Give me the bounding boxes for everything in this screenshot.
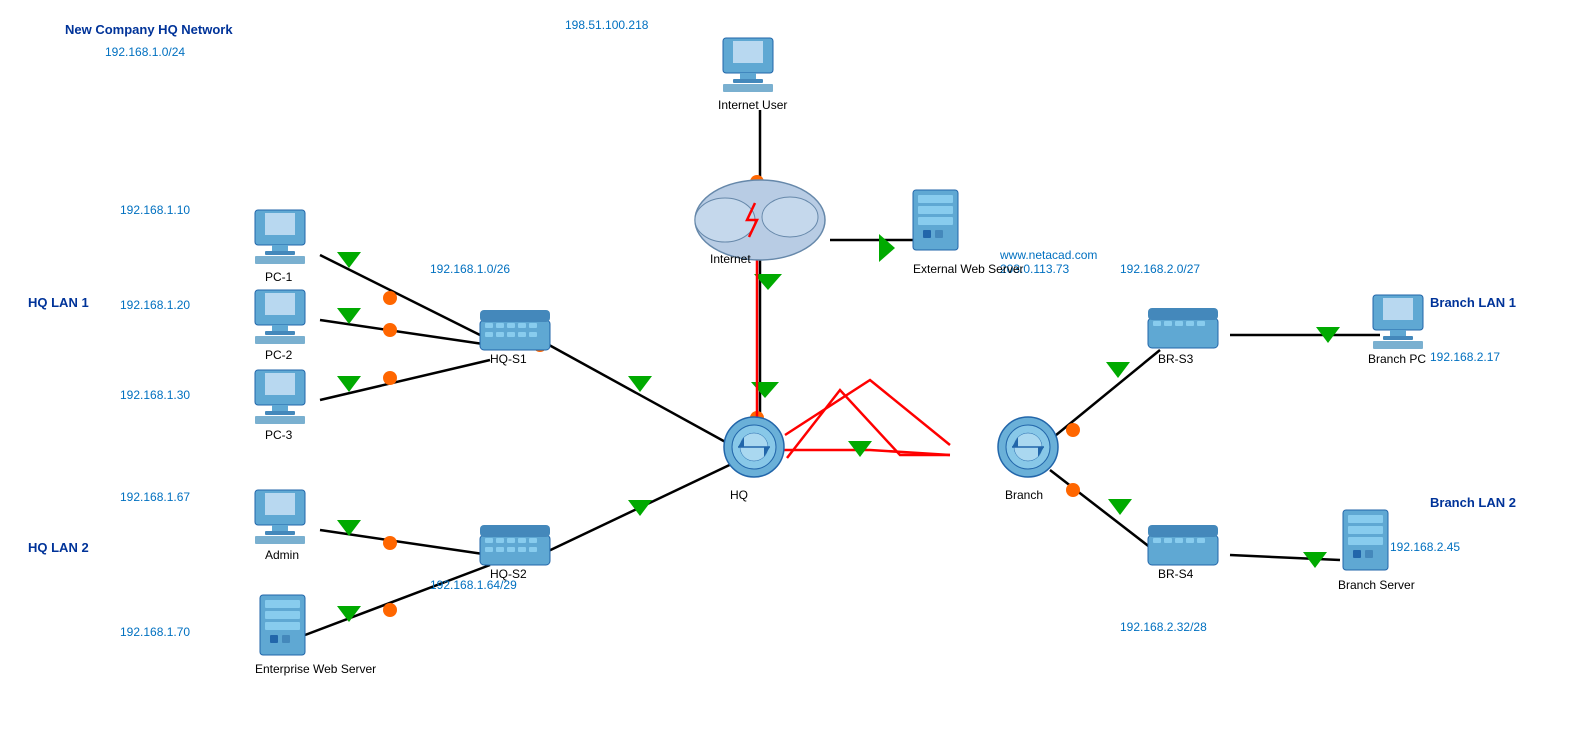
admin-label: Admin (265, 548, 299, 562)
hqs1-label: HQ-S1 (490, 352, 527, 366)
enterprise-web-label: Enterprise Web Server (255, 662, 376, 676)
pc1-label: PC-1 (265, 270, 292, 284)
hqs1-subnet: 192.168.1.0/26 (430, 262, 510, 276)
branch-router-label: Branch (1005, 488, 1043, 502)
hq-subnet-label: 192.168.1.0/24 (105, 45, 185, 59)
internet-user-label: Internet User (718, 98, 787, 112)
branch-pc-label: Branch PC (1368, 352, 1426, 366)
ews-ip: 192.168.1.70 (120, 625, 190, 639)
branch-subnet2: 192.168.2.32/28 (1120, 620, 1207, 634)
hq-router-label: HQ (730, 488, 748, 502)
branch-server-ip: 192.168.2.45 (1390, 540, 1460, 554)
hq-lan2-label: HQ LAN 2 (28, 540, 89, 555)
branch-lan1-label: Branch LAN 1 (1430, 295, 1516, 310)
branch-lan2-label: Branch LAN 2 (1430, 495, 1516, 510)
external-web-label: External Web Server (913, 262, 1024, 276)
hqs2-label: HQ-S2 (490, 567, 527, 581)
internet-user-ip: 198.51.100.218 (565, 18, 648, 32)
brs4-label: BR-S4 (1158, 567, 1193, 581)
hq-lan1-label: HQ LAN 1 (28, 295, 89, 310)
pc3-label: PC-3 (265, 428, 292, 442)
pc1-ip: 192.168.1.10 (120, 203, 190, 217)
pc2-label: PC-2 (265, 348, 292, 362)
branch-server-label: Branch Server (1338, 578, 1415, 592)
branch-pc-ip: 192.168.2.17 (1430, 350, 1500, 364)
network-diagram: New Company HQ Network 192.168.1.0/24 HQ… (0, 0, 1577, 731)
admin-ip: 192.168.1.67 (120, 490, 190, 504)
pc3-ip: 192.168.1.30 (120, 388, 190, 402)
internet-label: Internet (710, 252, 751, 266)
pc2-ip: 192.168.1.20 (120, 298, 190, 312)
branch-subnet1: 192.168.2.0/27 (1120, 262, 1200, 276)
network-title: New Company HQ Network (65, 22, 233, 37)
brs3-label: BR-S3 (1158, 352, 1193, 366)
